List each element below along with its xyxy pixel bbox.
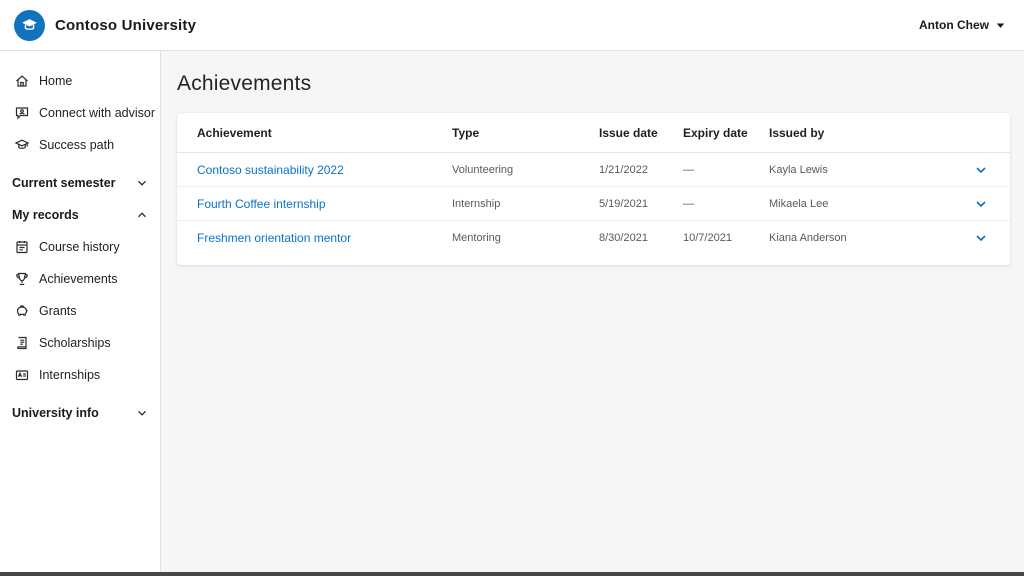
sidebar-item-label: Achievements: [39, 272, 118, 286]
achievement-link[interactable]: Contoso sustainability 2022: [197, 163, 452, 177]
col-header-issued-by: Issued by: [769, 126, 950, 140]
brand: Contoso University: [14, 10, 196, 41]
cell-issued-by: Mikaela Lee: [769, 198, 950, 210]
cell-expiry-date: —: [683, 164, 769, 176]
piggy-bank-icon: [13, 303, 30, 320]
sidebar-item-home[interactable]: Home: [0, 65, 160, 97]
app-title: Contoso University: [55, 17, 196, 34]
caret-down-icon: [995, 20, 1006, 31]
sidebar-item-label: Home: [39, 74, 72, 88]
cell-issue-date: 5/19/2021: [599, 198, 683, 210]
col-header-expiry-date: Expiry date: [683, 126, 769, 140]
sidebar-item-label: Course history: [39, 240, 120, 254]
table-row: Fourth Coffee internship Internship 5/19…: [177, 187, 1010, 221]
achievements-card: Achievement Type Issue date Expiry date …: [177, 113, 1010, 265]
cell-issued-by: Kayla Lewis: [769, 164, 950, 176]
sidebar-item-achievements[interactable]: Achievements: [0, 263, 160, 295]
table-row: Contoso sustainability 2022 Volunteering…: [177, 153, 1010, 187]
page-title: Achievements: [177, 72, 1010, 96]
cell-type: Mentoring: [452, 232, 599, 244]
chevron-up-icon: [136, 209, 148, 221]
sidebar-section-current-semester[interactable]: Current semester: [0, 167, 160, 199]
sidebar-section-label: My records: [12, 208, 79, 222]
user-name: Anton Chew: [919, 18, 989, 32]
cell-expiry-date: 10/7/2021: [683, 232, 769, 244]
cell-issued-by: Kiana Anderson: [769, 232, 950, 244]
sidebar-item-success-path[interactable]: Success path: [0, 129, 160, 161]
chat-advisor-icon: [13, 105, 30, 122]
sidebar-item-connect-with-advisor[interactable]: Connect with advisor: [0, 97, 160, 129]
cell-issue-date: 1/21/2022: [599, 164, 683, 176]
table-header-row: Achievement Type Issue date Expiry date …: [177, 113, 1010, 153]
trophy-icon: [13, 271, 30, 288]
cell-type: Volunteering: [452, 164, 599, 176]
table-row: Freshmen orientation mentor Mentoring 8/…: [177, 221, 1010, 255]
graduation-cap-icon: [13, 137, 30, 154]
expand-row-chevron-icon[interactable]: [972, 229, 990, 247]
col-header-issue-date: Issue date: [599, 126, 683, 140]
top-bar: Contoso University Anton Chew: [0, 0, 1024, 51]
sidebar-section-university-info[interactable]: University info: [0, 397, 160, 429]
home-icon: [13, 73, 30, 90]
main-content: Achievements Achievement Type Issue date…: [161, 51, 1024, 576]
sidebar-item-label: Internships: [39, 368, 100, 382]
cell-expiry-date: —: [683, 198, 769, 210]
sidebar-item-internships[interactable]: Internships: [0, 359, 160, 391]
sidebar-section-label: Current semester: [12, 176, 116, 190]
sidebar-section-my-records[interactable]: My records: [0, 199, 160, 231]
sidebar-item-label: Grants: [39, 304, 77, 318]
sidebar-item-label: Scholarships: [39, 336, 111, 350]
expand-row-chevron-icon[interactable]: [972, 161, 990, 179]
sidebar-item-label: Connect with advisor: [39, 106, 155, 120]
cell-type: Internship: [452, 198, 599, 210]
chevron-down-icon: [136, 177, 148, 189]
sidebar-item-course-history[interactable]: Course history: [0, 231, 160, 263]
app-window: Contoso University Anton Chew Home: [0, 0, 1024, 576]
university-logo-icon: [14, 10, 45, 41]
col-header-type: Type: [452, 126, 599, 140]
window-bottom-edge: [0, 572, 1024, 576]
col-header-achievement: Achievement: [197, 126, 452, 140]
id-badge-icon: [13, 367, 30, 384]
calendar-icon: [13, 239, 30, 256]
user-menu[interactable]: Anton Chew: [919, 18, 1006, 32]
sidebar-section-label: University info: [12, 406, 99, 420]
sidebar: Home Connect with advisor Success path: [0, 51, 161, 576]
expand-row-chevron-icon[interactable]: [972, 195, 990, 213]
cell-issue-date: 8/30/2021: [599, 232, 683, 244]
achievement-link[interactable]: Freshmen orientation mentor: [197, 231, 452, 245]
chevron-down-icon: [136, 407, 148, 419]
sidebar-item-scholarships[interactable]: Scholarships: [0, 327, 160, 359]
sidebar-item-grants[interactable]: Grants: [0, 295, 160, 327]
sidebar-item-label: Success path: [39, 138, 114, 152]
scroll-icon: [13, 335, 30, 352]
achievement-link[interactable]: Fourth Coffee internship: [197, 197, 452, 211]
